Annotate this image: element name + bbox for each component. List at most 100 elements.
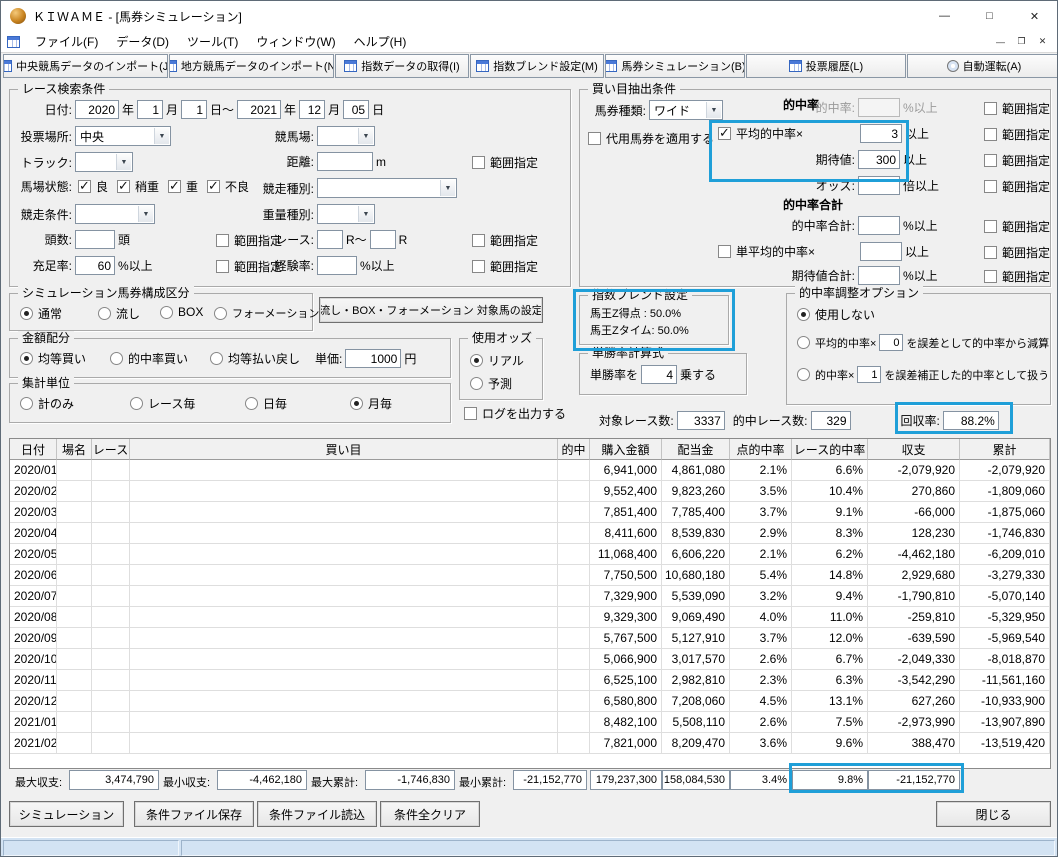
mdi-minimize-button[interactable]: — (990, 33, 1011, 51)
course-select[interactable]: ▼ (317, 126, 375, 146)
table-row[interactable]: 2021/01 8,482,100 5,508,110 2.6% 7.5% -2,973,… (10, 712, 1050, 733)
race-no-to-input[interactable] (369, 230, 396, 249)
range-option[interactable]: 範囲指定 (984, 126, 1050, 143)
menu-help[interactable]: ヘルプ(H) (345, 31, 416, 52)
odds-input[interactable] (858, 176, 900, 195)
agg-total-only-option[interactable]: 計のみ (20, 395, 74, 412)
toolbar-get-index-button[interactable]: 指数データの取得(I) (335, 54, 469, 78)
race-type-select[interactable]: ▼ (317, 178, 457, 198)
radio-icon[interactable] (797, 336, 810, 349)
menu-window[interactable]: ウィンドウ(W) (247, 31, 344, 52)
weight-type-select[interactable]: ▼ (317, 204, 375, 224)
range-checkbox[interactable] (984, 128, 997, 141)
column-header[interactable]: レース (92, 439, 130, 460)
table-row[interactable]: 2020/10 5,066,900 3,017,570 2.6% 6.7% -2,049,… (10, 649, 1050, 670)
odds-predicted-option[interactable]: 予測 (470, 375, 512, 392)
column-header[interactable]: 点的中率 (730, 439, 792, 460)
range-option[interactable]: 範囲指定 (472, 258, 538, 275)
amount-hit-rate-buy-option[interactable]: 的中率買い (110, 350, 188, 367)
radio-icon[interactable] (20, 352, 33, 365)
date-to-day-input[interactable]: 05 (343, 100, 370, 119)
date-to-year-input[interactable]: 2021 (237, 100, 282, 119)
adjust-hit-option[interactable]: 的中率× 1 を誤差補正した的中率として扱う (797, 366, 1049, 383)
column-header[interactable]: 場名 (57, 439, 92, 460)
range-checkbox[interactable] (984, 154, 997, 167)
radio-icon[interactable] (470, 354, 483, 367)
range-option[interactable]: 範囲指定 (984, 178, 1050, 195)
agg-per-month-option[interactable]: 月毎 (350, 395, 392, 412)
avg-hit-rate-checkbox[interactable] (718, 125, 731, 141)
range-checkbox[interactable] (472, 234, 485, 247)
radio-icon[interactable] (110, 352, 123, 365)
range-checkbox[interactable] (472, 260, 485, 273)
table-row[interactable]: 2020/12 6,580,800 7,208,060 4.5% 13.1% 627,26… (10, 691, 1050, 712)
adjust-avg-input[interactable]: 0 (879, 334, 904, 351)
agg-per-day-option[interactable]: 日毎 (245, 395, 287, 412)
radio-icon[interactable] (797, 368, 810, 381)
table-row[interactable]: 2020/01 6,941,000 4,861,080 2.1% 6.6% -2,079,… (10, 460, 1050, 481)
close-dialog-button[interactable]: 閉じる (936, 801, 1051, 827)
menu-file[interactable]: ファイル(F) (26, 31, 107, 52)
column-header[interactable]: 買い目 (130, 439, 558, 460)
track-select[interactable]: ▼ (75, 152, 133, 172)
sim-type-nagashi-option[interactable]: 流し (98, 305, 140, 322)
win-rate-power-input[interactable]: 4 (641, 365, 678, 384)
radio-icon[interactable] (214, 306, 227, 320)
avg-hit-rate-input[interactable]: 3 (860, 124, 902, 143)
menu-tools[interactable]: ツール(T) (178, 31, 247, 52)
target-horses-settings-button[interactable]: 流し・BOX・フォーメーション 対象馬の設定 (319, 297, 543, 323)
single-avg-hit-checkbox[interactable] (718, 245, 731, 258)
radio-icon[interactable] (245, 397, 258, 410)
toolbar-auto-run-button[interactable]: 自動運転(A) (907, 54, 1057, 78)
table-row[interactable]: 2020/07 7,329,900 5,539,090 3.2% 9.4% -1,790,… (10, 586, 1050, 607)
substitute-option[interactable]: 代用馬券を適用する (588, 130, 714, 147)
radio-icon[interactable] (210, 352, 223, 365)
table-row[interactable]: 2021/02 7,821,000 8,209,470 3.6% 9.6% 388,470… (10, 733, 1050, 754)
maximize-button[interactable]: □ (967, 1, 1012, 31)
condition-good-checkbox[interactable] (78, 178, 91, 194)
range-checkbox[interactable] (216, 234, 229, 247)
exp-rate-input[interactable] (317, 256, 357, 275)
radio-icon[interactable] (160, 305, 173, 319)
radio-icon[interactable] (130, 397, 143, 410)
hit-rate-sum-input[interactable] (858, 216, 900, 235)
column-header[interactable]: 累計 (960, 439, 1050, 460)
table-row[interactable]: 2020/04 8,411,600 8,539,830 2.9% 8.3% 128,230… (10, 523, 1050, 544)
clear-all-conditions-button[interactable]: 条件全クリア (380, 801, 480, 827)
load-condition-file-button[interactable]: 条件ファイル読込 (257, 801, 377, 827)
toolbar-import-local-button[interactable]: 地方競馬データのインポート(N) (169, 54, 334, 78)
range-checkbox[interactable] (984, 220, 997, 233)
radio-icon[interactable] (20, 397, 33, 410)
hit-rate-input[interactable] (858, 98, 900, 117)
race-no-from-input[interactable] (317, 230, 343, 249)
log-output-checkbox[interactable] (464, 407, 477, 420)
range-checkbox[interactable] (984, 180, 997, 193)
range-checkbox[interactable] (984, 102, 997, 115)
date-from-month-input[interactable]: 1 (137, 100, 164, 119)
range-checkbox[interactable] (984, 270, 997, 283)
expected-sum-input[interactable] (858, 266, 900, 285)
place-select[interactable]: 中央 ▼ (75, 126, 171, 146)
table-row[interactable]: 2020/08 9,329,300 9,069,490 4.0% 11.0% -259,8… (10, 607, 1050, 628)
range-option[interactable]: 範囲指定 (472, 232, 538, 249)
range-checkbox[interactable] (472, 156, 485, 169)
range-option[interactable]: 範囲指定 (984, 100, 1050, 117)
table-row[interactable]: 2020/05 11,068,400 6,606,220 2.1% 6.2% -4,462… (10, 544, 1050, 565)
table-row[interactable]: 2020/06 7,750,500 10,680,180 5.4% 14.8% 2,929… (10, 565, 1050, 586)
race-cond-select[interactable]: ▼ (75, 204, 155, 224)
table-row[interactable]: 2020/03 7,851,400 7,785,400 3.7% 9.1% -66,000… (10, 502, 1050, 523)
amount-equal-buy-option[interactable]: 均等買い (20, 350, 86, 367)
single-avg-hit-input[interactable] (860, 242, 902, 261)
radio-icon[interactable] (350, 397, 363, 410)
heads-input[interactable] (75, 230, 115, 249)
agg-per-race-option[interactable]: レース毎 (130, 395, 195, 412)
sim-type-box-option[interactable]: BOX (160, 305, 203, 319)
column-header[interactable]: 的中 (558, 439, 590, 460)
range-option[interactable]: 範囲指定 (984, 244, 1050, 261)
radio-icon[interactable] (20, 307, 33, 320)
simulation-button[interactable]: シミュレーション (9, 801, 124, 827)
column-header[interactable]: 配当金 (662, 439, 730, 460)
unit-price-input[interactable]: 1000 (345, 349, 402, 368)
save-condition-file-button[interactable]: 条件ファイル保存 (134, 801, 254, 827)
table-row[interactable]: 2020/02 9,552,400 9,823,260 3.5% 10.4% 270,86… (10, 481, 1050, 502)
